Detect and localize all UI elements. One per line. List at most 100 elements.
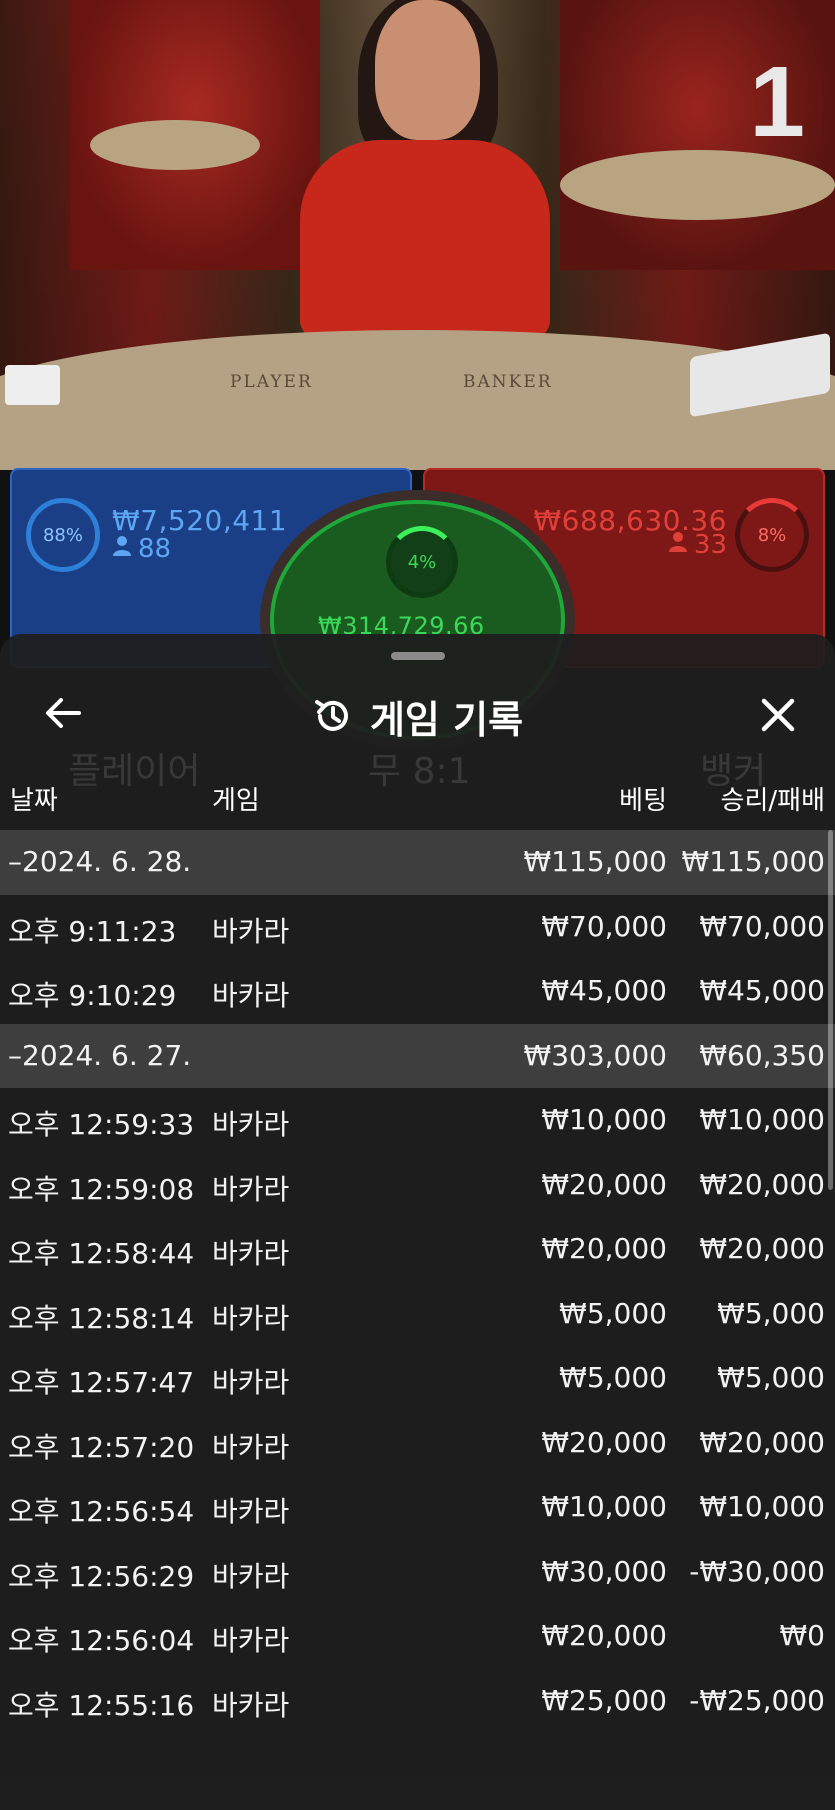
row-time: 오후 9:11:23 — [8, 914, 177, 948]
column-result: 승리/패배 — [720, 786, 825, 816]
row-bet: ₩30,000 — [541, 1554, 667, 1588]
history-row[interactable]: 오후 9:11:23 바카라 ₩70,000 ₩70,000 — [0, 895, 835, 960]
row-game: 바카라 — [212, 1108, 290, 1141]
row-game: 바카라 — [212, 1430, 290, 1464]
date-group-row[interactable]: –2024. 6. 27. ₩303,000 ₩60,350 — [0, 1023, 835, 1088]
history-row[interactable]: 오후 12:58:14 바카라 ₩5,000 ₩5,000 — [0, 1282, 835, 1347]
banker-count: 33 — [668, 530, 727, 560]
history-row[interactable]: 오후 12:59:08 바카라 ₩20,000 ₩20,000 — [0, 1153, 835, 1218]
group-result-total: ₩60,350 — [699, 1038, 825, 1072]
row-time: 오후 12:56:29 — [8, 1559, 195, 1593]
group-bet-total: ₩115,000 — [523, 845, 667, 878]
history-row[interactable]: 오후 12:57:47 바카라 ₩5,000 ₩5,000 — [0, 1346, 835, 1411]
game-history-sheet: 게임 기록 플레이어 무 8:1 뱅커 날짜 게임 베팅 승리/패배 –2024… — [0, 634, 835, 1810]
group-result-total: ₩115,000 — [681, 845, 825, 878]
row-result: ₩20,000 — [699, 1425, 825, 1459]
row-result: ₩70,000 — [699, 909, 825, 943]
history-row[interactable]: 오후 12:58:44 바카라 ₩20,000 ₩20,000 — [0, 1217, 835, 1282]
round-number: 1 — [749, 46, 805, 158]
row-game: 바카라 — [212, 1366, 290, 1399]
close-button[interactable] — [751, 688, 805, 742]
row-result: ₩20,000 — [699, 1167, 825, 1201]
column-date: 날짜 — [10, 786, 58, 816]
player-percent-ring: 88% — [26, 498, 100, 572]
history-row[interactable]: 오후 12:55:16 바카라 ₩25,000 -₩25,000 — [0, 1669, 835, 1734]
group-date: –2024. 6. 27. — [8, 1038, 192, 1072]
row-bet: ₩20,000 — [541, 1232, 667, 1265]
row-result: ₩10,000 — [699, 1103, 825, 1136]
history-icon — [314, 700, 348, 731]
row-time: 오후 12:57:20 — [8, 1430, 195, 1464]
tie-percent-ring: 4% — [386, 526, 458, 598]
row-result: -₩25,000 — [689, 1683, 825, 1717]
row-game: 바카라 — [212, 1172, 290, 1206]
sheet-drag-handle[interactable] — [391, 652, 445, 660]
row-time: 오후 12:57:47 — [8, 1366, 195, 1399]
history-table-header: 날짜 게임 베팅 승리/패배 — [0, 772, 835, 822]
date-group-row[interactable]: –2024. 6. 28. ₩115,000 ₩115,000 — [0, 830, 835, 895]
list-fade — [0, 1740, 835, 1810]
row-result: ₩10,000 — [699, 1490, 825, 1523]
column-bet: 베팅 — [619, 786, 667, 816]
group-date: –2024. 6. 28. — [8, 845, 192, 878]
row-result: ₩5,000 — [717, 1296, 825, 1330]
row-time: 오후 12:58:14 — [8, 1301, 195, 1335]
row-game: 바카라 — [212, 1624, 290, 1657]
player-count-value: 88 — [138, 534, 172, 564]
row-time: 오후 12:59:08 — [8, 1172, 195, 1206]
banker-count-value: 33 — [693, 530, 727, 560]
user-icon — [112, 534, 132, 564]
arrow-left-icon — [46, 698, 81, 728]
row-game: 바카라 — [212, 1301, 290, 1335]
player-percent: 88% — [42, 524, 83, 546]
row-game: 바카라 — [212, 1495, 290, 1528]
back-button[interactable] — [38, 688, 88, 738]
user-icon — [668, 530, 688, 560]
banker-percent: 8% — [757, 524, 787, 546]
group-bet-total: ₩303,000 — [523, 1038, 667, 1072]
row-game: 바카라 — [212, 1559, 290, 1593]
row-bet: ₩20,000 — [541, 1425, 667, 1459]
row-game: 바카라 — [212, 1688, 290, 1722]
banker-percent-ring: 8% — [735, 498, 809, 572]
history-row[interactable]: 오후 12:57:20 바카라 ₩20,000 ₩20,000 — [0, 1411, 835, 1476]
row-result: -₩30,000 — [689, 1554, 825, 1588]
tie-percent: 4% — [407, 551, 437, 573]
live-video: PLAYER BANKER 1 — [0, 0, 835, 470]
player-total-amount: ₩7,520,411 — [112, 504, 288, 537]
history-row[interactable]: 오후 12:56:04 바카라 ₩20,000 ₩0 — [0, 1604, 835, 1669]
table-player-label: PLAYER — [230, 372, 313, 392]
history-list[interactable]: –2024. 6. 28. ₩115,000 ₩115,000 오후 9:11:23 바… — [0, 830, 835, 1733]
row-time: 오후 9:10:29 — [8, 979, 177, 1012]
row-time: 오후 12:58:44 — [8, 1237, 195, 1270]
row-time: 오후 12:55:16 — [8, 1688, 195, 1722]
history-row[interactable]: 오후 12:59:33 바카라 ₩10,000 ₩10,000 — [0, 1088, 835, 1153]
history-row[interactable]: 오후 9:10:29 바카라 ₩45,000 ₩45,000 — [0, 959, 835, 1024]
row-bet: ₩10,000 — [541, 1103, 667, 1136]
row-bet: ₩45,000 — [541, 974, 667, 1007]
row-time: 오후 12:59:33 — [8, 1108, 195, 1141]
row-result: ₩20,000 — [699, 1232, 825, 1265]
row-bet: ₩70,000 — [541, 909, 667, 943]
row-time: 오후 12:56:54 — [8, 1495, 195, 1528]
row-game: 바카라 — [212, 1237, 290, 1270]
history-row[interactable]: 오후 12:56:54 바카라 ₩10,000 ₩10,000 — [0, 1475, 835, 1540]
row-bet: ₩5,000 — [559, 1296, 667, 1330]
table-banker-label: BANKER — [463, 372, 553, 392]
side-table-left — [90, 120, 260, 170]
row-result: ₩45,000 — [699, 974, 825, 1007]
row-bet: ₩20,000 — [541, 1167, 667, 1201]
card-discard-box — [5, 365, 60, 405]
row-result: ₩0 — [779, 1619, 826, 1652]
scrollbar[interactable] — [828, 830, 833, 1190]
row-game: 바카라 — [212, 914, 290, 948]
row-bet: ₩5,000 — [559, 1361, 667, 1394]
row-bet: ₩10,000 — [541, 1490, 667, 1523]
row-bet: ₩20,000 — [541, 1619, 667, 1652]
sheet-title: 게임 기록 — [369, 697, 524, 742]
row-result: ₩5,000 — [717, 1361, 825, 1394]
history-row[interactable]: 오후 12:56:29 바카라 ₩30,000 -₩30,000 — [0, 1540, 835, 1605]
row-bet: ₩25,000 — [541, 1683, 667, 1717]
row-time: 오후 12:56:04 — [8, 1624, 195, 1657]
close-icon — [761, 698, 795, 732]
